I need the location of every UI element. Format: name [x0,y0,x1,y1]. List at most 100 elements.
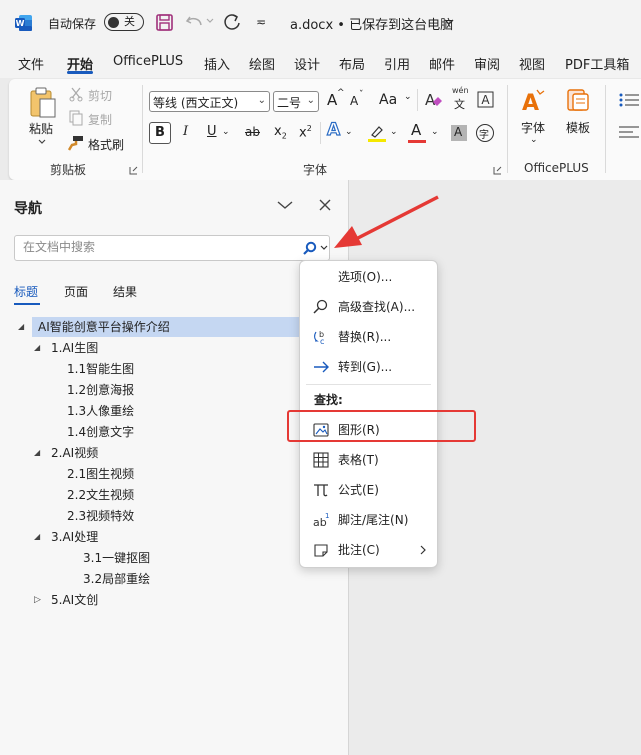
tree-item-label: 1.3人像重绘 [67,404,135,418]
svg-text:c: c [320,337,324,345]
clear-formatting-icon[interactable]: A [423,90,443,110]
menu-item-replace[interactable]: bc 替换(R)... [300,324,437,350]
menu-file[interactable]: 文件 [18,54,44,73]
menu-item-label: 选项(O)... [338,270,393,284]
phonetic-guide-char[interactable]: 文 [454,96,465,112]
officeplus-font-icon[interactable]: A [521,88,545,114]
change-case-button[interactable]: Aa [379,92,397,108]
menu-item-options[interactable]: 选项(O)... [300,264,437,290]
menu-item-advanced-find[interactable]: 高级查找(A)... [300,294,437,320]
search-input[interactable] [21,239,295,255]
tree-item[interactable]: ◢ AI智能创意平台操作介绍 [18,317,300,337]
menu-references[interactable]: 引用 [384,54,410,73]
redo-icon[interactable] [222,12,242,32]
cut-label[interactable]: 剪切 [88,87,112,104]
font-color-swatch [408,140,426,143]
shrink-caret-icon: ˇ [359,90,364,100]
tree-item-label: 5.AI文创 [51,593,99,607]
expand-triangle-icon[interactable]: ◢ [34,527,40,547]
chevron-down-icon[interactable]: ⌄ [530,135,538,145]
active-tab-underline [14,303,40,305]
paste-icon[interactable] [28,87,58,119]
undo-dropdown-icon[interactable] [206,17,214,25]
expand-triangle-icon[interactable]: ◢ [34,338,40,358]
officeplus-font-label[interactable]: 字体 [521,119,545,136]
save-icon[interactable] [155,13,174,32]
menu-item-find-equations[interactable]: 公式(E) [300,477,437,503]
font-name-select[interactable]: 等线 (西文正文) ⌄ [149,91,270,112]
text-effects-button[interactable]: A [326,119,340,140]
collapsed-triangle-icon[interactable]: ▷ [34,590,41,610]
search-icon[interactable] [303,241,317,255]
tab-results[interactable]: 结果 [113,283,137,300]
annotation-arrow-icon [326,193,441,253]
menu-draw[interactable]: 绘图 [249,54,275,73]
menu-officeplus[interactable]: OfficePLUS [113,54,183,69]
chevron-down-icon[interactable]: ⌄ [404,92,412,102]
customize-qat-icon[interactable]: ≂ [256,15,266,29]
active-tab-indicator [67,71,93,74]
clipboard-launcher-icon[interactable] [129,166,138,175]
menu-item-find-tables[interactable]: 表格(T) [300,447,437,473]
strikethrough-button[interactable]: ab [245,125,260,139]
menu-layout[interactable]: 布局 [339,54,365,73]
ribbon-divider [507,85,508,173]
menu-item-label: 脚注/尾注(N) [338,513,409,527]
replace-icon: bc [314,330,324,345]
paste-label[interactable]: 粘贴 [29,120,53,137]
highlight-color-icon[interactable] [367,123,387,143]
nav-search-box[interactable] [14,235,330,261]
menu-item-find-comments[interactable]: 批注(C) [300,537,437,563]
phonetic-guide-pinyin[interactable]: wén [452,86,469,95]
bullets-icon[interactable] [619,93,639,107]
italic-button[interactable]: I [183,124,188,139]
menu-insert[interactable]: 插入 [204,54,230,73]
autosave-toggle[interactable]: 关 [104,13,144,31]
cut-icon[interactable] [68,86,84,102]
menu-item-goto[interactable]: 转到(G)... [300,354,437,380]
subscript-button[interactable]: x2 [274,124,287,141]
undo-icon[interactable] [185,13,205,31]
character-border-icon[interactable]: A [477,91,494,108]
shrink-font-icon[interactable]: A [350,94,358,108]
enclose-characters-button[interactable]: 字 [476,124,494,142]
superscript-button[interactable]: x2 [299,124,312,140]
template-label[interactable]: 模板 [566,119,590,136]
ribbon-divider [320,122,321,144]
copy-icon[interactable] [68,110,84,126]
font-size-select[interactable]: 二号 ⌄ [273,91,319,112]
comment-icon [314,544,328,557]
tree-item-label: 3.AI处理 [51,530,99,544]
chevron-down-icon[interactable]: ⌄ [222,127,230,137]
tree-item-label: 3.1一键抠图 [83,551,151,565]
menu-mailings[interactable]: 邮件 [429,54,455,73]
chevron-down-icon[interactable]: ⌄ [431,127,439,137]
format-painter-icon[interactable] [68,135,84,151]
template-icon[interactable] [565,87,591,113]
menu-pdf-toolbox[interactable]: PDF工具箱 [565,54,629,73]
nav-options-chevron-icon[interactable] [277,200,293,210]
submenu-chevron-right-icon [420,545,426,555]
expand-triangle-icon[interactable]: ◢ [34,443,40,463]
tab-pages[interactable]: 页面 [64,283,88,300]
grow-font-icon[interactable]: A [327,91,337,109]
underline-button[interactable]: U [207,124,217,139]
bold-button[interactable]: B [149,122,171,144]
paste-dropdown-icon[interactable] [38,139,46,145]
menu-view[interactable]: 视图 [519,54,545,73]
format-painter-label[interactable]: 格式刷 [88,136,124,153]
copy-label[interactable]: 复制 [88,111,112,128]
document-title[interactable]: a.docx • 已保存到这台电脑 [290,14,453,33]
font-launcher-icon[interactable] [493,166,502,175]
expand-triangle-icon[interactable]: ◢ [18,317,24,337]
menu-design[interactable]: 设计 [294,54,320,73]
menu-review[interactable]: 审阅 [474,54,500,73]
font-color-button[interactable]: A [411,121,421,139]
character-shading-button[interactable]: A [451,125,467,141]
tab-headings[interactable]: 标题 [14,283,38,300]
menu-item-find-footnotes[interactable]: ab 1 脚注/尾注(N) [300,507,437,533]
chevron-down-icon[interactable]: ⌄ [390,127,398,137]
title-chevron-down-icon[interactable] [444,18,454,26]
chevron-down-icon[interactable]: ⌄ [345,127,353,137]
align-icon[interactable] [619,125,639,139]
